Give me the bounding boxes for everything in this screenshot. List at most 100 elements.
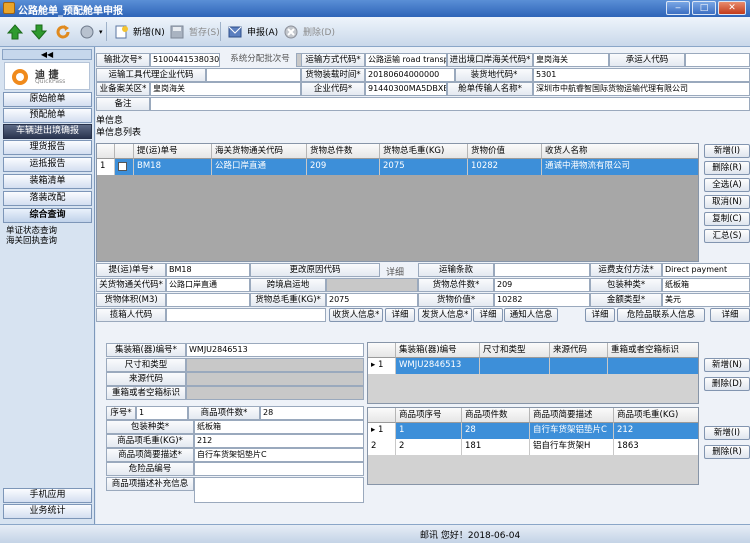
bill-add-button[interactable]: 新增(I) bbox=[704, 144, 750, 158]
refresh-button[interactable] bbox=[51, 20, 75, 43]
weight-flag-field[interactable] bbox=[186, 386, 364, 400]
col-weight-flag[interactable]: 重箱或者空箱标识 bbox=[608, 343, 698, 358]
supplement-field[interactable] bbox=[194, 477, 364, 503]
table-row[interactable]: ▸ 1 WMJU2846513 bbox=[368, 358, 698, 374]
goods-package-field[interactable]: 纸板箱 bbox=[194, 420, 364, 434]
notify-info-button[interactable]: 通知人信息 bbox=[504, 308, 558, 322]
select-all-button[interactable]: 全选(A) bbox=[704, 178, 750, 192]
cancel-button[interactable]: 取消(N) bbox=[704, 195, 750, 209]
table-row[interactable]: ▸ 1 1 28 自行车货架铝垫片C 212 bbox=[368, 423, 698, 439]
change-reason-detail[interactable]: 详细 bbox=[386, 265, 404, 278]
sidebar-item-pre-manifest[interactable]: 预配舱单 bbox=[3, 108, 92, 123]
notify-detail-button[interactable]: 详细 bbox=[585, 308, 615, 322]
shipper-info-button[interactable]: 发货人信息* bbox=[418, 308, 472, 322]
danger-contact-button[interactable]: 危险品联系人信息 bbox=[617, 308, 705, 322]
sidebar-item-tally-report[interactable]: 理货报告 bbox=[3, 140, 92, 155]
item-weight-field[interactable]: 212 bbox=[194, 434, 364, 448]
consignee-detail-button[interactable]: 详细 bbox=[385, 308, 415, 322]
system-batch-label: 系统分配批次号 bbox=[230, 54, 290, 64]
bill-no-field[interactable]: BM18 bbox=[166, 263, 250, 277]
sidebar-item-arrival-report[interactable]: 运抵报告 bbox=[3, 157, 92, 172]
size-type-field[interactable] bbox=[186, 358, 364, 372]
minimize-button[interactable]: ‒ bbox=[666, 1, 690, 15]
freight-label: 运输条款 bbox=[418, 263, 494, 277]
save-button[interactable]: 暂存(S) bbox=[165, 20, 223, 43]
col-total-pieces[interactable]: 货物总件数 bbox=[307, 144, 380, 159]
volume-field[interactable] bbox=[166, 293, 250, 307]
payment-field[interactable]: Direct payment bbox=[662, 263, 750, 277]
manifest-batch-field[interactable]: 5100441538030 bbox=[150, 53, 220, 67]
goods-value-field[interactable]: 10282 bbox=[494, 293, 590, 307]
carrier-code-field[interactable] bbox=[685, 53, 750, 67]
item-pieces-field[interactable]: 28 bbox=[260, 406, 364, 420]
nav-down-button[interactable] bbox=[27, 20, 51, 43]
col-item-seq[interactable]: 商品项序号 bbox=[396, 408, 462, 423]
enterprise-code-field[interactable]: 91440300MA5DBXBU7H bbox=[365, 82, 447, 96]
table-row[interactable]: 1 BM18 公路口岸直通 209 2075 10282 通诚中港物流有限公司 bbox=[97, 159, 698, 175]
col-consignee[interactable]: 收货人名称 bbox=[542, 144, 698, 159]
record-area-field[interactable]: 皇岗海关 bbox=[150, 82, 301, 96]
sidebar-collapse-button[interactable]: ◀◀ bbox=[2, 49, 92, 60]
total-pieces-field[interactable]: 209 bbox=[494, 278, 590, 292]
col-goods-value[interactable]: 货物价值 bbox=[468, 144, 542, 159]
source-code-field[interactable] bbox=[186, 372, 364, 386]
seq-field[interactable]: 1 bbox=[136, 406, 188, 420]
sidebar-item-packing-list[interactable]: 装箱清单 bbox=[3, 174, 92, 189]
load-time-field[interactable]: 20180604000000 bbox=[365, 68, 455, 82]
new-button[interactable]: 新增(N) bbox=[109, 20, 168, 43]
goods-add-button[interactable]: 新增(I) bbox=[704, 426, 750, 440]
container-no-field[interactable]: WMJU2846513 bbox=[186, 343, 364, 357]
currency-label: 金额类型* bbox=[590, 293, 662, 307]
sidebar-item-statistics[interactable]: 业务统计 bbox=[3, 504, 92, 519]
summary-button[interactable]: 汇总(S) bbox=[704, 229, 750, 243]
col-total-weight[interactable]: 货物总毛重(KG) bbox=[380, 144, 468, 159]
receipt-agent-field[interactable] bbox=[166, 308, 326, 322]
nav-up-button[interactable] bbox=[3, 20, 27, 43]
remark-field[interactable] bbox=[150, 97, 750, 111]
remark-label: 备注 bbox=[96, 97, 150, 111]
danger-detail-button[interactable]: 详细 bbox=[710, 308, 750, 322]
agent-code-field[interactable] bbox=[206, 68, 301, 82]
close-button[interactable]: ✕ bbox=[718, 1, 746, 15]
maximize-button[interactable]: □ bbox=[692, 1, 716, 15]
currency-field[interactable]: 美元 bbox=[662, 293, 750, 307]
sidebar-link-customs-receipt[interactable]: 海关回执查询 bbox=[6, 234, 57, 246]
row-checkbox[interactable] bbox=[115, 159, 134, 175]
delete-button[interactable]: 删除(D) bbox=[279, 20, 338, 43]
shipper-detail-button[interactable]: 详细 bbox=[473, 308, 503, 322]
sidebar-item-mobile[interactable]: 手机应用 bbox=[3, 488, 92, 503]
sidebar-item-reload[interactable]: 落装改配 bbox=[3, 191, 92, 206]
gross-weight-field[interactable]: 2075 bbox=[326, 293, 418, 307]
danger-no-field[interactable] bbox=[194, 462, 364, 476]
container-add-button[interactable]: 新增(N) bbox=[704, 358, 750, 372]
table-row[interactable]: 2 2 181 铝自行车货架H 1863 bbox=[368, 439, 698, 455]
sender-name-field[interactable]: 深圳市中航睿智国际货物运输代理有限公司 bbox=[533, 82, 750, 96]
cell-total-weight: 2075 bbox=[380, 159, 468, 175]
grid-check-header[interactable] bbox=[115, 144, 134, 159]
freight-field[interactable] bbox=[494, 263, 590, 277]
container-delete-button[interactable]: 删除(D) bbox=[704, 377, 750, 391]
package-field[interactable]: 纸板箱 bbox=[662, 278, 750, 292]
consignee-info-button[interactable]: 收货人信息* bbox=[329, 308, 383, 322]
item-desc-field[interactable]: 自行车货架铝垫片C bbox=[194, 448, 364, 462]
goods-delete-button[interactable]: 删除(R) bbox=[704, 445, 750, 459]
copy-button[interactable]: 复制(C) bbox=[704, 212, 750, 226]
col-source-code[interactable]: 来源代码 bbox=[550, 343, 608, 358]
col-container-no[interactable]: 集装箱(器)编号 bbox=[396, 343, 480, 358]
sidebar-item-vehicle-report[interactable]: 车辆进出境确报 bbox=[3, 124, 92, 139]
customs-code-field[interactable]: 皇岗海关 bbox=[533, 53, 609, 67]
col-item-desc[interactable]: 商品项简要描述 bbox=[530, 408, 614, 423]
col-size-type[interactable]: 尺寸和类型 bbox=[480, 343, 550, 358]
declare-button[interactable]: 申报(A) bbox=[223, 20, 281, 43]
sidebar-item-query[interactable]: 综合查询 bbox=[3, 208, 92, 223]
options-button[interactable]: ▾ bbox=[75, 20, 106, 43]
load-place-field[interactable]: 5301 bbox=[533, 68, 750, 82]
bill-delete-button[interactable]: 删除(R) bbox=[704, 161, 750, 175]
col-item-weight[interactable]: 商品项毛重(KG) bbox=[614, 408, 698, 423]
sidebar-item-original-manifest[interactable]: 原始舱单 bbox=[3, 92, 92, 107]
col-customs-code[interactable]: 海关货物通关代码 bbox=[212, 144, 307, 159]
transport-mode-field[interactable]: 公路运输 road transport bbox=[365, 53, 447, 67]
customs-goods-field[interactable]: 公路口岸直通 bbox=[166, 278, 250, 292]
col-bill-no[interactable]: 提(运)单号 bbox=[134, 144, 212, 159]
col-item-pieces[interactable]: 商品项件数 bbox=[462, 408, 530, 423]
